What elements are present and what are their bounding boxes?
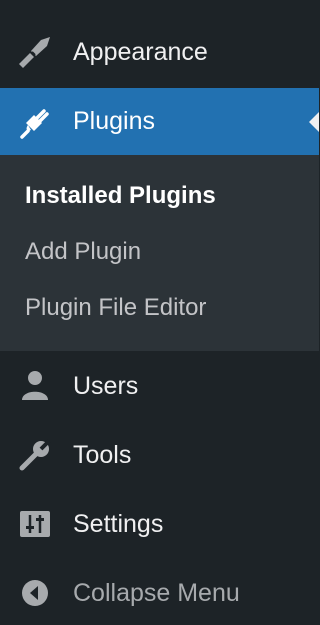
plugins-submenu: Installed Plugins Add Plugin Plugin File…	[0, 155, 319, 351]
active-pointer-arrow	[309, 111, 319, 132]
user-icon	[16, 367, 54, 405]
admin-sidebar-menu: Appearance Plugins Installed Plugins Add…	[0, 0, 319, 625]
sliders-icon	[16, 505, 54, 543]
submenu-item-plugin-file-editor[interactable]: Plugin File Editor	[25, 294, 206, 322]
menu-item-label: Plugins	[73, 107, 155, 135]
plugin-plug-icon	[16, 103, 54, 141]
collapse-menu-button[interactable]: Collapse Menu	[0, 562, 319, 624]
collapse-arrow-icon	[16, 574, 54, 612]
menu-item-appearance[interactable]: Appearance	[0, 22, 319, 82]
menu-item-settings[interactable]: Settings	[0, 493, 319, 555]
wrench-icon	[16, 436, 54, 474]
menu-item-label: Tools	[73, 440, 132, 469]
submenu-item-add-plugin[interactable]: Add Plugin	[25, 238, 141, 266]
paintbrush-icon	[16, 33, 54, 71]
menu-item-plugins[interactable]: Plugins	[0, 88, 319, 155]
menu-item-label: Collapse Menu	[73, 578, 240, 607]
menu-item-users[interactable]: Users	[0, 356, 319, 416]
menu-item-label: Settings	[73, 509, 164, 538]
menu-item-tools[interactable]: Tools	[0, 424, 319, 486]
menu-item-label: Appearance	[73, 37, 208, 66]
submenu-item-installed-plugins[interactable]: Installed Plugins	[25, 182, 216, 210]
menu-item-label: Users	[73, 371, 139, 400]
